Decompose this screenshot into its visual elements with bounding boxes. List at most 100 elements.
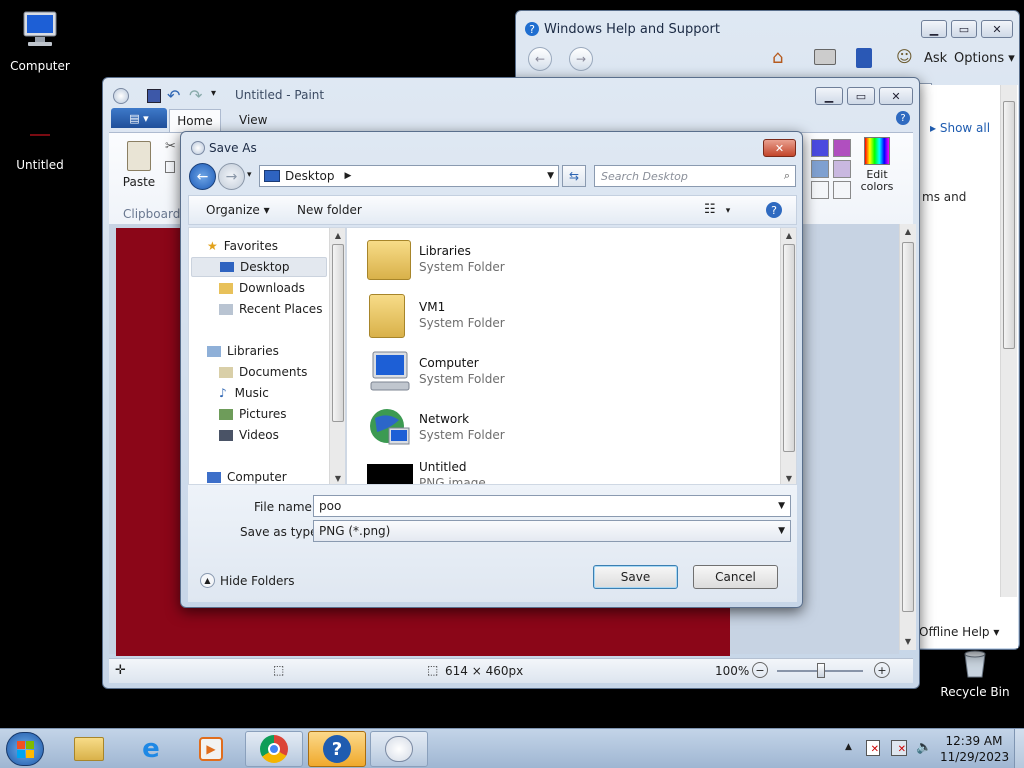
show-desktop-button[interactable]: [1014, 729, 1024, 768]
forward-button[interactable]: →: [569, 47, 593, 71]
file-list-scrollbar[interactable]: ▲ ▼: [780, 228, 796, 484]
maximize-button[interactable]: ▭: [951, 20, 977, 38]
list-item[interactable]: VM1 System Folder: [365, 290, 765, 342]
back-button[interactable]: ←: [189, 163, 216, 190]
desktop-icon-untitled[interactable]: Untitled: [0, 118, 80, 172]
paint-app-icon[interactable]: [113, 88, 129, 104]
minimize-button[interactable]: ▁: [815, 87, 843, 105]
color-swatch[interactable]: [811, 181, 829, 199]
scrollbar-thumb[interactable]: [902, 242, 914, 612]
nav-favorites[interactable]: ★ Favorites: [207, 236, 278, 256]
organize-button[interactable]: Organize ▾: [206, 203, 270, 217]
desktop-icon-recycle-bin[interactable]: Recycle Bin: [935, 648, 1015, 699]
zoom-slider-thumb[interactable]: [817, 663, 825, 678]
close-button[interactable]: ✕: [879, 87, 913, 105]
address-dropdown-icon[interactable]: ▼: [547, 171, 554, 181]
back-button[interactable]: ←: [528, 47, 552, 71]
offline-help-menu[interactable]: Offline Help ▾: [919, 625, 999, 639]
quick-access-dropdown-icon[interactable]: ▾: [211, 88, 216, 99]
action-center-icon[interactable]: ✕: [866, 740, 880, 756]
show-all-link[interactable]: ▸ Show all: [930, 121, 990, 135]
view-options-icon[interactable]: ☷ ▾: [704, 202, 730, 217]
ribbon-help-icon[interactable]: ?: [896, 111, 910, 125]
clock[interactable]: 12:39 AM 11/29/2023: [940, 733, 1009, 765]
close-button[interactable]: ✕: [763, 139, 796, 157]
nav-music[interactable]: ♪ Music: [219, 383, 269, 403]
save-button[interactable]: Save: [593, 565, 678, 589]
list-item[interactable]: Network System Folder: [365, 402, 765, 454]
color-swatch[interactable]: [833, 160, 851, 178]
taskbar-explorer[interactable]: [60, 731, 118, 767]
color-swatch[interactable]: [811, 139, 829, 157]
taskbar-chrome[interactable]: [245, 731, 303, 767]
nav-libraries[interactable]: Libraries: [207, 341, 279, 361]
scroll-down-arrow[interactable]: ▼: [900, 634, 916, 648]
ask-button[interactable]: Ask: [924, 51, 947, 66]
volume-icon[interactable]: 🔈: [916, 740, 932, 755]
nav-pictures[interactable]: Pictures: [219, 404, 287, 424]
scrollbar-thumb[interactable]: [1003, 101, 1015, 349]
scrollbar-thumb[interactable]: [332, 244, 344, 422]
copy-icon[interactable]: [165, 161, 175, 173]
new-folder-button[interactable]: New folder: [297, 203, 362, 217]
start-button[interactable]: [6, 732, 44, 766]
desktop-icon-computer[interactable]: Computer: [0, 10, 80, 73]
scroll-down-arrow[interactable]: ▼: [781, 471, 796, 484]
network-status-icon[interactable]: ✕: [891, 740, 907, 756]
nav-recent-places[interactable]: Recent Places: [219, 299, 322, 319]
edit-colors-button[interactable]: Edit colors: [857, 137, 897, 193]
paste-button[interactable]: Paste: [117, 139, 161, 203]
breadcrumb-arrow-icon[interactable]: ▶: [345, 171, 352, 181]
help-icon[interactable]: ?: [766, 202, 782, 218]
list-item[interactable]: Libraries System Folder: [365, 234, 765, 286]
tab-view[interactable]: View: [239, 113, 267, 127]
zoom-in-button[interactable]: +: [874, 662, 890, 678]
taskbar-internet-explorer[interactable]: e: [122, 731, 180, 767]
nav-videos[interactable]: Videos: [219, 425, 279, 445]
save-icon[interactable]: [147, 89, 161, 103]
taskbar-paint[interactable]: [370, 731, 428, 767]
nav-scrollbar[interactable]: ▲ ▼: [329, 228, 345, 484]
maximize-button[interactable]: ▭: [847, 87, 875, 105]
nav-downloads[interactable]: Downloads: [219, 278, 305, 298]
cut-icon[interactable]: ✂: [165, 139, 176, 154]
zoom-out-button[interactable]: −: [752, 662, 768, 678]
scroll-down-arrow[interactable]: ▼: [330, 471, 345, 484]
undo-icon[interactable]: ↶: [167, 86, 180, 105]
scroll-up-arrow[interactable]: ▲: [781, 228, 796, 242]
redo-icon[interactable]: ↷: [189, 86, 202, 105]
options-menu[interactable]: Options ▾: [954, 51, 1015, 66]
search-input[interactable]: Search Desktop ⌕: [594, 165, 796, 187]
minimize-button[interactable]: ▁: [921, 20, 947, 38]
help-scrollbar[interactable]: [1000, 85, 1017, 597]
color-swatch[interactable]: [811, 160, 829, 178]
address-bar[interactable]: Desktop ▶ ▼: [259, 165, 559, 187]
home-icon[interactable]: ⌂: [772, 47, 783, 68]
tab-home[interactable]: Home: [169, 109, 221, 132]
hide-folders-button[interactable]: ▲ Hide Folders: [200, 573, 295, 588]
cancel-button[interactable]: Cancel: [693, 565, 778, 589]
file-name-input[interactable]: poo ▼: [313, 495, 791, 517]
color-swatch[interactable]: [833, 139, 851, 157]
print-icon[interactable]: [814, 49, 836, 65]
ask-icon[interactable]: ☺: [896, 47, 913, 66]
close-button[interactable]: ✕: [981, 20, 1013, 38]
recent-pages-dropdown-icon[interactable]: ▾: [247, 170, 252, 180]
color-swatch[interactable]: [833, 181, 851, 199]
paint-menu-button[interactable]: ▤ ▾: [111, 108, 167, 128]
nav-documents[interactable]: Documents: [219, 362, 307, 382]
taskbar-help-and-support[interactable]: ?: [308, 731, 366, 767]
taskbar-media-player[interactable]: ▶: [182, 731, 240, 767]
refresh-button[interactable]: ⇆: [562, 165, 586, 187]
forward-button[interactable]: →: [218, 163, 245, 190]
canvas-scrollbar[interactable]: ▲ ▼: [899, 224, 916, 650]
save-as-type-select[interactable]: PNG (*.png) ▼: [313, 520, 791, 542]
scroll-up-arrow[interactable]: ▲: [900, 224, 916, 238]
nav-desktop[interactable]: Desktop: [191, 257, 327, 277]
chevron-down-icon[interactable]: ▼: [778, 501, 785, 511]
nav-computer[interactable]: Computer: [207, 467, 287, 484]
chevron-down-icon[interactable]: ▼: [778, 526, 785, 536]
list-item[interactable]: Untitled PNG image: [365, 458, 765, 484]
scroll-up-arrow[interactable]: ▲: [330, 228, 345, 242]
list-item[interactable]: Computer System Folder: [365, 346, 765, 398]
